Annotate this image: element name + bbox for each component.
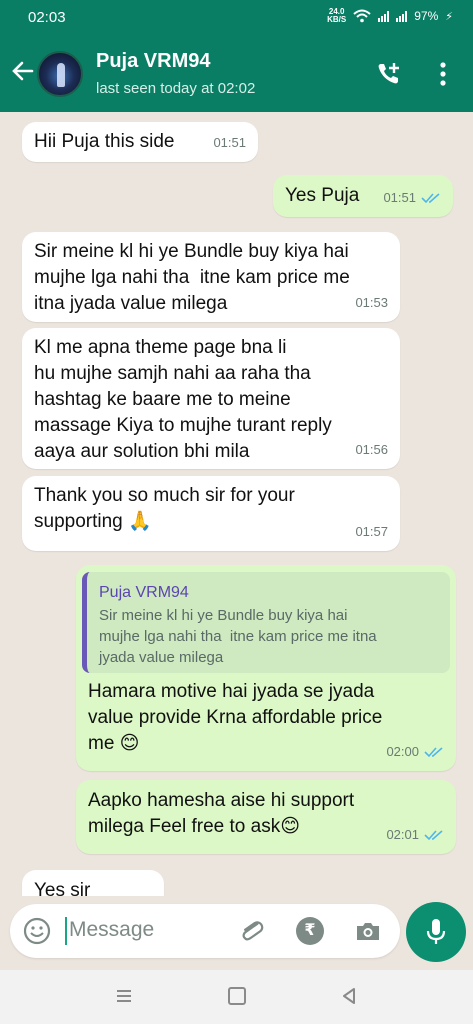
message-list[interactable]: Hii Puja this side 01:51 Yes Puja 01:51 … xyxy=(0,112,473,896)
message-time: 02:00 xyxy=(386,744,419,759)
mic-button[interactable] xyxy=(406,902,466,962)
nav-back-icon[interactable] xyxy=(340,987,358,1005)
quoted-text: Sir meine kl hi ye Bundle buy kiya hai m… xyxy=(99,607,377,666)
status-bar: 02:03 24.0 KB/S 97% ⚡ xyxy=(0,0,473,36)
message-incoming[interactable]: Hii Puja this side 01:51 xyxy=(22,122,258,162)
charging-icon: ⚡ xyxy=(445,10,453,23)
message-text: Sir meine kl hi ye Bundle buy kiya hai m… xyxy=(34,241,350,314)
contact-name[interactable]: Puja VRM94 xyxy=(96,50,210,73)
message-time: 01:51 xyxy=(383,190,416,205)
message-outgoing[interactable]: Yes Puja 01:51 xyxy=(273,175,453,217)
double-tick-icon xyxy=(424,747,443,758)
signal-icon-2 xyxy=(396,10,408,22)
rupee-icon[interactable]: ₹ xyxy=(296,917,324,945)
message-time: 02:01 xyxy=(386,827,419,842)
mic-icon xyxy=(426,919,446,944)
emoji-icon[interactable] xyxy=(23,917,51,945)
wifi-icon xyxy=(353,9,371,23)
home-icon[interactable] xyxy=(228,987,246,1005)
message-meta: 02:00 xyxy=(386,739,444,765)
avatar[interactable] xyxy=(37,51,83,97)
message-incoming[interactable]: Kl me apna theme page bna li hu mujhe sa… xyxy=(22,328,400,469)
add-call-icon[interactable] xyxy=(375,60,403,88)
message-meta: 02:01 xyxy=(386,822,444,848)
message-incoming[interactable]: Thank you so much sir for your supportin… xyxy=(22,476,400,551)
compose-bar: Message ₹ xyxy=(0,896,473,970)
message-meta: 01:51 xyxy=(383,185,441,211)
battery-level: 97% xyxy=(414,9,439,23)
signal-icon xyxy=(378,10,390,22)
message-text: Yes sir xyxy=(34,880,91,896)
recents-icon[interactable] xyxy=(115,988,133,1004)
message-outgoing-reply[interactable]: Puja VRM94 Sir meine kl hi ye Bundle buy… xyxy=(76,565,456,771)
message-incoming-partial[interactable]: Yes sir xyxy=(22,870,164,896)
network-speed: 24.0 KB/S xyxy=(327,7,347,24)
status-icons: 24.0 KB/S 97% ⚡ xyxy=(327,8,453,24)
message-meta: 01:51 xyxy=(213,130,246,156)
message-time: 01:56 xyxy=(355,442,388,457)
message-incoming[interactable]: Sir meine kl hi ye Bundle buy kiya hai m… xyxy=(22,232,400,322)
message-time: 01:53 xyxy=(355,295,388,310)
message-input-field[interactable]: Message ₹ xyxy=(10,904,400,958)
message-meta: 01:57 xyxy=(355,519,388,545)
message-time: 01:51 xyxy=(213,135,246,150)
camera-icon[interactable] xyxy=(354,917,382,945)
text-cursor xyxy=(65,917,67,945)
quoted-message[interactable]: Puja VRM94 Sir meine kl hi ye Bundle buy… xyxy=(82,572,450,673)
system-nav-bar xyxy=(0,970,473,1024)
app-header: 02:03 24.0 KB/S 97% ⚡ Puja VRM94 last se… xyxy=(0,0,473,112)
back-arrow-icon[interactable] xyxy=(10,58,36,84)
message-meta: 01:56 xyxy=(355,437,388,463)
paperclip-icon[interactable] xyxy=(238,917,266,945)
message-text: Kl me apna theme page bna li hu mujhe sa… xyxy=(34,337,332,462)
message-meta: 01:53 xyxy=(355,290,388,316)
status-time: 02:03 xyxy=(28,9,66,26)
avatar-figure xyxy=(57,63,65,87)
message-text: Thank you so much sir for your supportin… xyxy=(34,485,295,532)
message-placeholder[interactable]: Message xyxy=(69,918,154,942)
double-tick-icon xyxy=(424,830,443,841)
quoted-sender: Puja VRM94 xyxy=(99,584,189,601)
message-time: 01:57 xyxy=(355,524,388,539)
chat-header[interactable]: Puja VRM94 last seen today at 02:02 xyxy=(0,36,473,112)
last-seen: last seen today at 02:02 xyxy=(96,80,256,97)
message-outgoing[interactable]: Aapko hamesha aise hi support milega Fee… xyxy=(76,780,456,854)
more-vert-icon[interactable] xyxy=(432,60,454,88)
double-tick-icon xyxy=(421,193,440,204)
